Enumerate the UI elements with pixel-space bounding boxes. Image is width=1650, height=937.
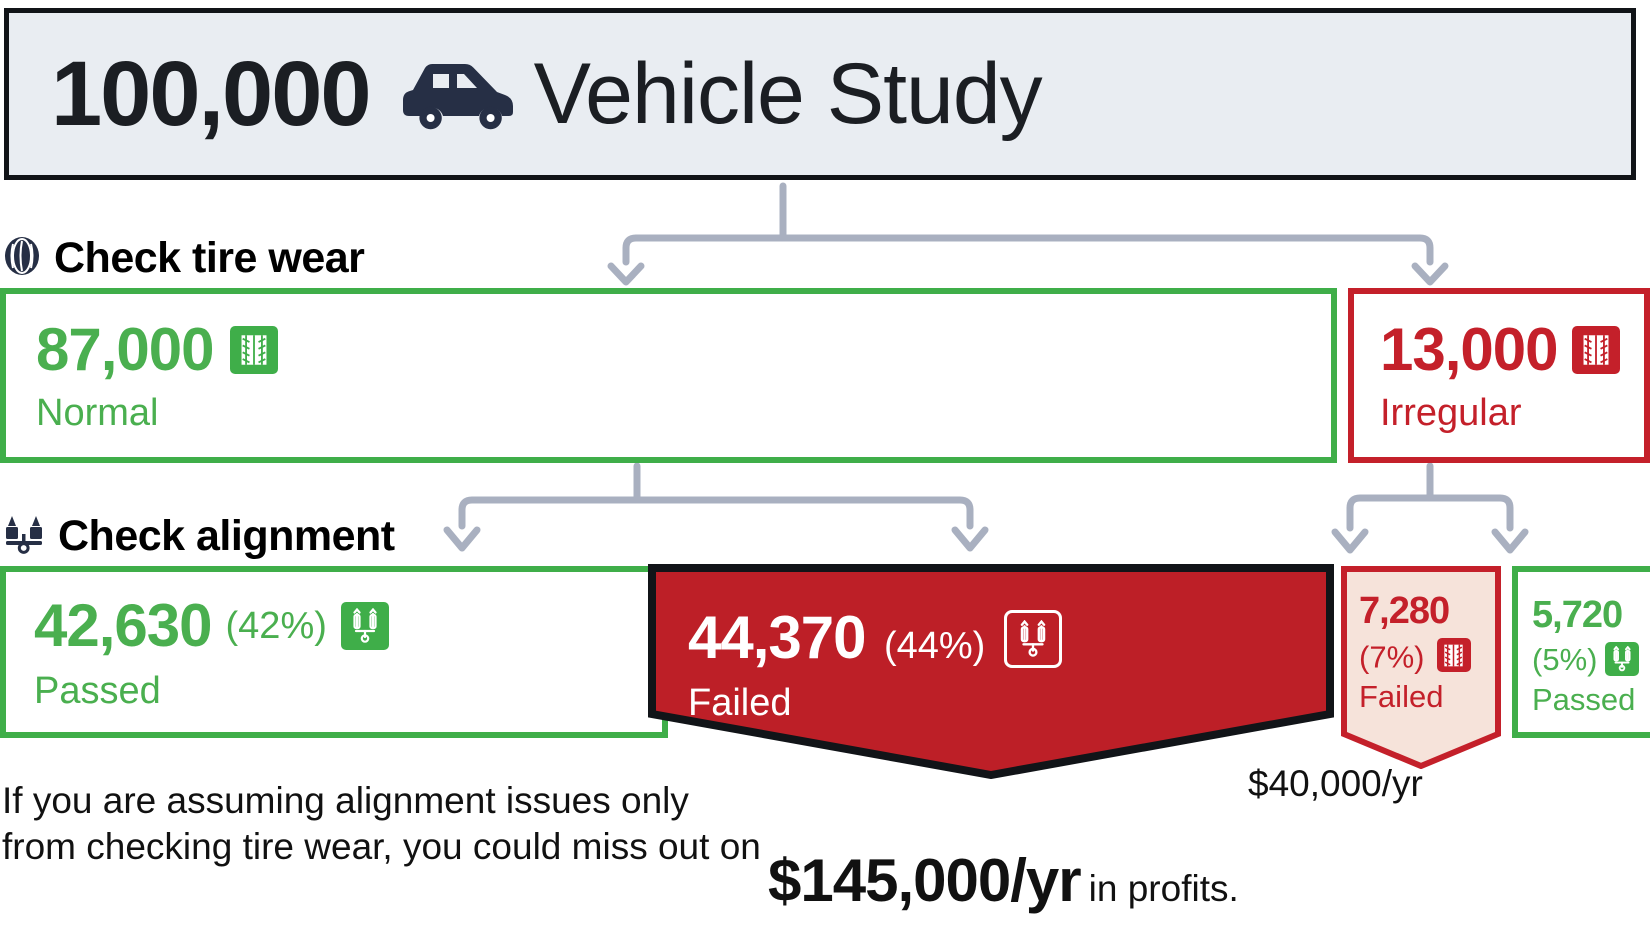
box-passed-small-percent-row: (5%) (1532, 642, 1650, 676)
tire-chip-red-icon (1436, 638, 1471, 672)
box-normal-status: Normal (36, 392, 159, 434)
alignment-chip-white-icon (1003, 610, 1062, 668)
footer-amount-row: $145,000/yr in profits. (760, 846, 1239, 915)
footer-line-1: If you are assuming alignment issues onl… (2, 780, 689, 821)
box-normal-value-row: 87,000 (36, 320, 1331, 380)
car-icon (392, 54, 522, 134)
box-failed-value: 44,370 (688, 604, 867, 671)
alignment-chip-green-icon (1605, 642, 1640, 676)
box-normal-value: 87,000 (36, 316, 215, 383)
box-passed-percent: (42%) (225, 605, 327, 647)
tire-chip-red-icon (1571, 326, 1620, 374)
section-label-text: Check tire wear (54, 234, 365, 282)
callout-40k: $40,000/yr (1248, 763, 1423, 804)
box-alignment-passed-small[interactable]: 5,720 (5%) Passed (1512, 566, 1650, 738)
footer-suffix: in profits. (1088, 868, 1239, 909)
box-failed-percent: (44%) (883, 625, 986, 667)
box-passed-small-value: 5,720 (1532, 594, 1623, 636)
box-alignment-failed[interactable]: 44,370 (44%) Failed (648, 564, 1334, 779)
box-alignment-passed[interactable]: 42,630 (42%) Passed (0, 566, 668, 738)
box-alignment-failed-small[interactable]: 7,280 (7%) Failed (1341, 566, 1501, 769)
box-irregular-status: Irregular (1380, 392, 1522, 434)
box-passed-value: 42,630 (34, 592, 213, 659)
box-failed-status: Failed (688, 682, 792, 724)
infographic-canvas: 100,000 Vehicle Study Check tire wear 87… (0, 0, 1650, 937)
box-failed-small-value: 7,280 (1359, 590, 1450, 632)
section-label-text: Check alignment (58, 512, 395, 560)
study-header: 100,000 Vehicle Study (4, 8, 1636, 180)
box-passed-small-percent: (5%) (1532, 641, 1598, 677)
box-passed-status: Passed (34, 670, 161, 712)
section-label-alignment: Check alignment (2, 512, 395, 561)
box-failed-small-percent-row: (7%) (1359, 638, 1501, 673)
box-failed-value-row: 44,370 (44%) (688, 608, 1334, 668)
section-label-tire: Check tire wear (2, 234, 365, 283)
wheel-alignment-icon (2, 512, 46, 561)
box-failed-small-status: Failed (1359, 678, 1444, 714)
footer-text-left: If you are assuming alignment issues onl… (2, 778, 762, 870)
box-irregular-value: 13,000 (1380, 316, 1559, 383)
page-title: 100,000 (51, 43, 372, 145)
footer-amount: $145,000/yr (768, 847, 1082, 914)
box-failed-small-percent: (7%) (1359, 639, 1425, 675)
header-title: Vehicle Study (533, 46, 1043, 142)
footer-line-2: from checking tire wear, you could miss … (2, 825, 761, 867)
box-passed-value-row: 42,630 (42%) (34, 596, 662, 656)
tire-icon (2, 236, 42, 281)
box-normal-tire-wear[interactable]: 87,000 Normal (0, 288, 1337, 463)
box-passed-small-status: Passed (1532, 682, 1636, 717)
alignment-chip-green-icon (340, 602, 389, 650)
box-irregular-value-row: 13,000 (1380, 320, 1644, 380)
box-irregular-tire-wear[interactable]: 13,000 Irregular (1348, 288, 1650, 463)
tire-chip-green-icon (229, 326, 278, 374)
